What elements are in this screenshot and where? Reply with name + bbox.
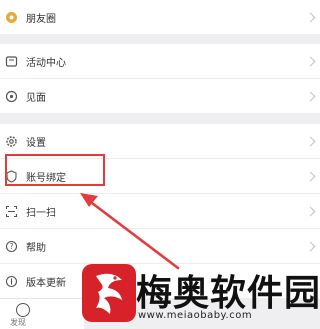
chevron-right-icon (305, 136, 316, 146)
watermark-title: 梅奥软件园 (136, 273, 320, 314)
menu-item-label: 帮助 (26, 242, 46, 254)
help-icon: ? (5, 240, 18, 253)
discover-tab-icon[interactable] (16, 303, 30, 317)
svg-text:?: ? (10, 242, 14, 251)
chevron-right-icon (305, 241, 316, 251)
menu-item-moments[interactable]: 朋友圈 (0, 0, 320, 34)
menu-item-activity-center[interactable]: 活动中心 (0, 44, 320, 78)
chevron-right-icon (305, 56, 316, 66)
menu-item-label: 朋友圈 (26, 13, 56, 25)
menu-item-scan[interactable]: 扫一扫 (0, 194, 320, 228)
activity-icon (5, 55, 18, 68)
menu-item-settings[interactable]: 设置 (0, 124, 320, 158)
meet-icon (5, 90, 18, 103)
highlight-box (5, 154, 105, 186)
chevron-right-icon (305, 12, 316, 22)
menu-item-label: 设置 (26, 137, 46, 149)
scan-icon (5, 205, 18, 218)
menu-item-label: 扫一扫 (26, 207, 56, 219)
bottom-tab-bar: 发现 (0, 298, 84, 329)
menu-item-label: 版本更新 (26, 277, 66, 289)
tab-discover-label[interactable]: 发现 (10, 317, 26, 328)
moments-icon (5, 11, 18, 24)
chevron-right-icon (305, 91, 316, 101)
chevron-right-icon (305, 171, 316, 181)
menu-item-label: 见面 (26, 92, 46, 104)
gear-icon (5, 135, 18, 148)
watermark-url: www.meiaobaby.com (138, 310, 253, 321)
dragon-logo-icon (82, 264, 136, 322)
chevron-right-icon (305, 206, 316, 216)
menu-item-label: 活动中心 (26, 57, 66, 69)
update-icon (5, 275, 18, 288)
menu-item-meet[interactable]: 见面 (0, 79, 320, 113)
watermark: 梅奥软件园 www.meiaobaby.com (76, 258, 320, 329)
